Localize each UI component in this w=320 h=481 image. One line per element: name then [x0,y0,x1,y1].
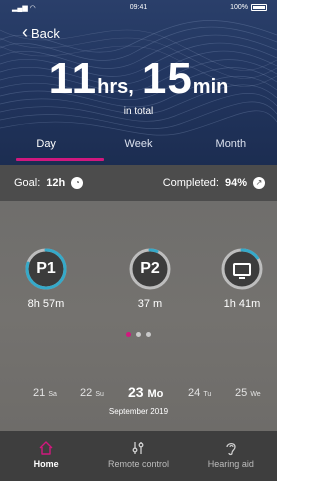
goal-bar: Goal: 12h ◔ Completed: 94% ↗ [0,165,277,201]
bottom-nav: Home Remote control Hearing aid [0,431,277,481]
nav-remote-control[interactable]: Remote control [92,431,184,481]
home-icon [0,437,92,459]
date-strip: 21 Sa 22 Su 23 Mo 24 Tu 25 We [0,384,277,407]
date-weekday: Su [95,391,104,398]
goal-info: Goal: 12h ◔ [14,177,84,189]
date-weekday: We [250,391,261,398]
sliders-icon [92,437,184,459]
program-item-tv[interactable]: 1h 41m [212,247,272,310]
tv-icon [233,262,251,279]
goal-label: Goal: [14,177,41,189]
program-ring [220,247,264,291]
total-time: 11hrs, 15min [0,54,277,104]
date-item[interactable]: 21 Sa [33,387,57,399]
completed-value: 94% [224,177,247,189]
hours-unit: hrs, [97,76,134,98]
period-tabs: Day Week Month [0,136,277,160]
tab-day[interactable]: Day [0,136,92,160]
chevron-left-icon: ‹ [22,21,28,42]
program-duration: 8h 57m [27,298,65,310]
total-caption: in total [123,106,154,117]
tv-badge [220,247,264,291]
completed-label: Completed: [162,177,219,189]
status-bar: ▂▄▆ ◠ 09:41 100% [0,4,277,16]
ear-icon [185,437,277,459]
program-item-p1[interactable]: P1 8h 57m [16,247,76,310]
date-day: 23 [128,384,144,400]
program-ring: P2 [128,247,172,291]
nav-hearing-aid[interactable]: Hearing aid [185,431,277,481]
date-weekday: Tu [203,391,212,398]
page-dot[interactable] [126,332,131,337]
tab-month[interactable]: Month [185,136,277,160]
goal-value: 12h [46,177,66,189]
tab-week[interactable]: Week [92,136,184,160]
date-day: 22 [80,387,93,399]
usage-panel: P1 8h 57m P2 37 m 1h 41m 21 Sa 22 Su 23 … [0,201,277,431]
nav-home[interactable]: Home [0,431,92,481]
completed-info: Completed: 94% ↗ [163,177,265,189]
date-weekday: Mo [147,388,164,400]
nav-label: Hearing aid [207,459,254,469]
date-item[interactable]: 24 Tu [188,387,211,399]
app-screen: ▂▄▆ ◠ 09:41 100% ‹ Back 11hrs, 15min in t… [0,0,277,481]
nav-label: Home [33,459,59,469]
date-day: 21 [33,387,46,399]
battery-icon [251,4,267,11]
hours-value: 11 [48,54,98,103]
p2-badge: P2 [140,260,160,277]
page-dot[interactable] [136,332,141,337]
date-item-selected[interactable]: 23 Mo [128,384,163,400]
date-day: 24 [188,387,201,399]
p1-badge: P1 [36,260,56,277]
month-label: September 2019 [108,407,169,416]
date-weekday: Sa [48,391,57,398]
page-dot[interactable] [146,332,151,337]
battery-status: 100% [230,4,267,11]
program-ring: P1 [24,247,68,291]
active-tab-indicator [16,158,104,161]
minutes-unit: min [192,76,229,98]
battery-percent: 100% [230,4,248,11]
trend-icon: ↗ [253,177,265,189]
page-indicator [0,332,277,337]
program-item-p2[interactable]: P2 37 m [120,247,180,310]
date-item[interactable]: 22 Su [80,387,104,399]
date-item[interactable]: 25 We [235,387,261,399]
program-duration: 1h 41m [223,298,261,310]
program-duration: 37 m [137,298,163,310]
header: ▂▄▆ ◠ 09:41 100% ‹ Back 11hrs, 15min in t… [0,0,277,165]
nav-label: Remote control [107,459,169,469]
date-day: 25 [235,387,248,399]
back-button[interactable]: ‹ Back [22,21,60,42]
back-label: Back [31,26,60,41]
minutes-value: 15 [141,54,193,103]
clock-icon: ◔ [71,177,84,189]
